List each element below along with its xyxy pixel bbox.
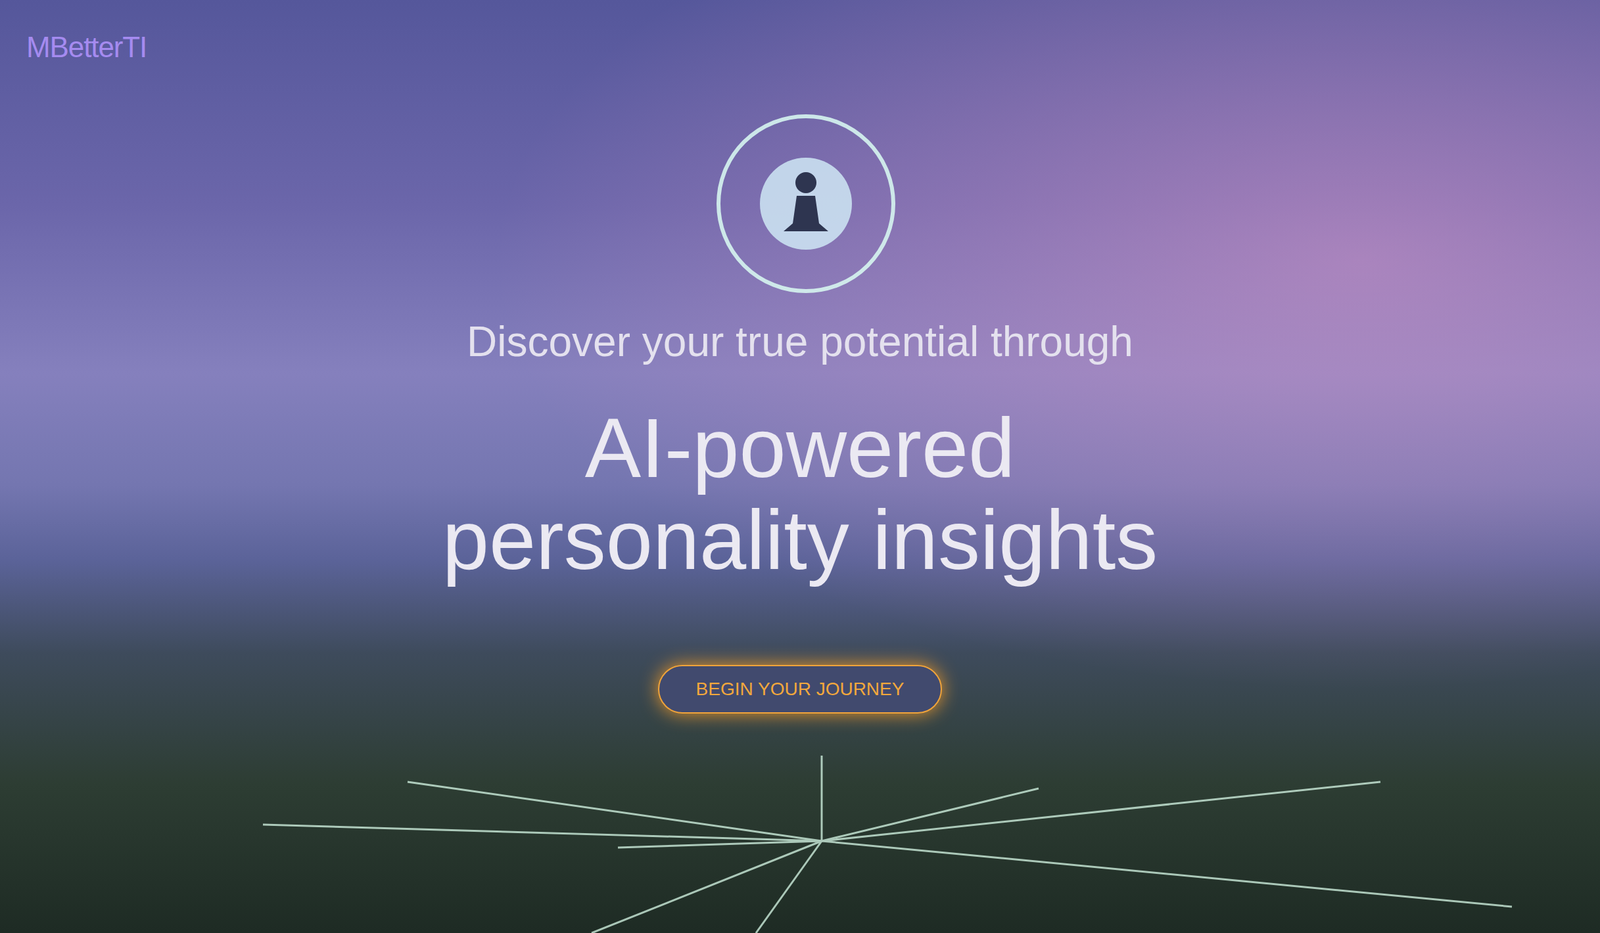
hero-subtitle: Discover your true potential through	[466, 315, 1134, 369]
headline-line: AI-powered	[585, 402, 1016, 495]
hero-headline: AI-poweredpersonality insights	[442, 402, 1159, 587]
begin-journey-button[interactable]: BEGIN YOUR JOURNEY	[658, 665, 943, 714]
logo[interactable]: MBetterTI	[26, 30, 147, 64]
hero: Discover your true potential through AI-p…	[0, 65, 1600, 714]
landing-page: MBetterTIDiscover your true potential th…	[0, 0, 1600, 933]
headline-line: personality insights	[442, 494, 1159, 587]
site-header: MBetterTI	[0, 0, 1600, 66]
